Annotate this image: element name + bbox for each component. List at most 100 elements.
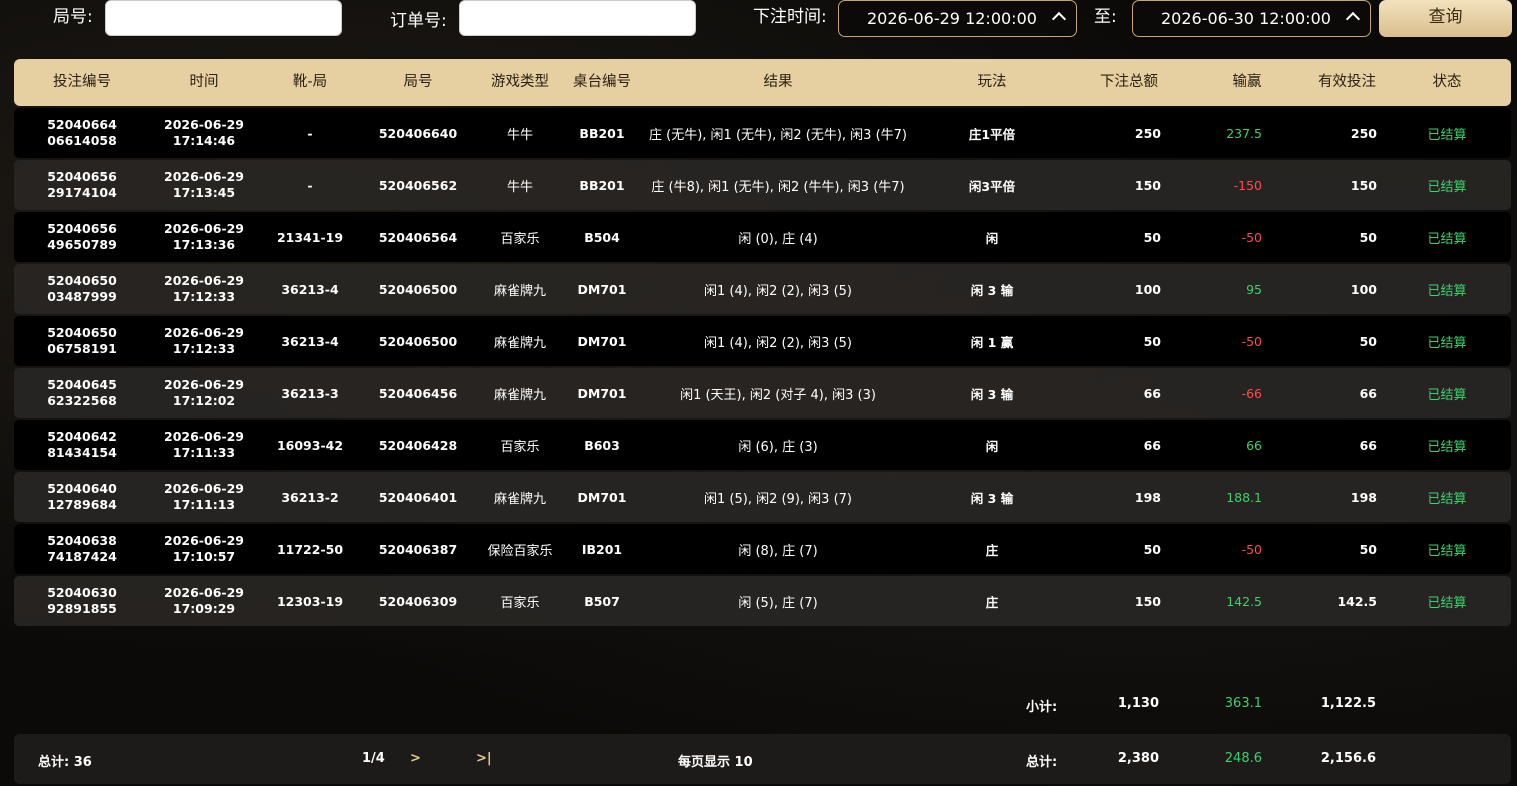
cell-bet-id-line: 12789684 <box>47 497 117 512</box>
cell-bet-id-line: 52040645 <box>47 377 117 392</box>
cell-play: 闲 1 赢 <box>970 334 1014 350</box>
cell-shoe-round: 11722-50 <box>276 541 344 557</box>
header-shoe-round: 靴-局 <box>292 74 328 90</box>
cell-time-line: 2026-06-29 <box>164 481 244 496</box>
to-label: 至: <box>1094 7 1117 27</box>
cell-table-no: DM701 <box>577 281 627 297</box>
cell-table-no: IB201 <box>581 541 623 557</box>
cell-winloss: -50 <box>1241 333 1262 349</box>
cell-bet-id-line: 52040640 <box>47 481 117 496</box>
cell-result: 庄 (无牛), 闲1 (无牛), 闲2 (无牛), 闲3 (牛7) <box>649 127 907 143</box>
cell-table-no: BB201 <box>579 177 625 193</box>
subtotal-winloss: 363.1 <box>1224 696 1262 711</box>
cell-time-line: 17:12:33 <box>172 289 236 304</box>
cell-winloss: 142.5 <box>1226 593 1262 609</box>
cell-bet-id: 52040640 12789684 <box>34 472 130 522</box>
cell-valid-bet: 150 <box>1350 177 1377 193</box>
table-row: 52040656 29174104 2026-06-29 17:13:45 - 52040… <box>14 160 1511 210</box>
subtotal-row: 小计: 1,130 363.1 1,122.5 <box>0 696 1517 718</box>
cell-play: 闲 <box>985 230 999 246</box>
cell-result: 闲1 (4), 闲2 (2), 闲3 (5) <box>704 335 852 351</box>
table-row: 52040645 62322568 2026-06-29 17:12:02 36213-… <box>14 368 1511 418</box>
cell-status: 已结算 <box>1427 127 1467 143</box>
subtotal-valid: 1,122.5 <box>1320 696 1376 711</box>
cell-table-no: B504 <box>584 229 620 245</box>
cell-winloss: -50 <box>1241 229 1262 245</box>
header-result: 结果 <box>763 74 793 90</box>
cell-time: 2026-06-29 17:11:33 <box>156 420 252 470</box>
cell-shoe-round: 16093-42 <box>276 437 344 453</box>
cell-shoe-round: - <box>307 125 313 141</box>
cell-time-line: 2026-06-29 <box>164 221 244 236</box>
filter-bar: 局号: 订单号: 下注时间: 2026-06-29 12:00:00 至: 20… <box>0 0 1517 46</box>
cell-bet-id: 52040645 62322568 <box>34 368 130 418</box>
cell-valid-bet: 50 <box>1359 333 1377 349</box>
cell-status: 已结算 <box>1427 595 1467 611</box>
table-row: 52040642 81434154 2026-06-29 17:11:33 16093-… <box>14 420 1511 470</box>
header-game-type: 游戏类型 <box>491 74 549 90</box>
cell-bet-id-line: 06614058 <box>47 133 117 148</box>
start-time-picker[interactable]: 2026-06-29 12:00:00 <box>838 0 1077 37</box>
cell-round: 520406401 <box>378 489 458 505</box>
cell-bet-total: 150 <box>1134 177 1161 193</box>
cell-time-line: 2026-06-29 <box>164 377 244 392</box>
cell-time-line: 2026-06-29 <box>164 169 244 184</box>
cell-round: 520406640 <box>378 125 458 141</box>
cell-status: 已结算 <box>1427 543 1467 559</box>
cell-table-no: DM701 <box>577 333 627 349</box>
cell-status: 已结算 <box>1427 439 1467 455</box>
header-winloss: 输赢 <box>1232 74 1262 90</box>
round-input[interactable] <box>105 0 342 36</box>
cell-time-line: 17:11:13 <box>172 497 236 512</box>
cell-valid-bet: 66 <box>1359 437 1377 453</box>
table-row: 52040640 12789684 2026-06-29 17:11:13 36213-… <box>14 472 1511 522</box>
total-label: 总计: <box>1026 755 1058 770</box>
cell-time-line: 2026-06-29 <box>164 585 244 600</box>
cell-round: 520406564 <box>378 229 458 245</box>
cell-status: 已结算 <box>1427 387 1467 403</box>
cell-play: 庄1平倍 <box>968 126 1016 142</box>
end-time-picker[interactable]: 2026-06-30 12:00:00 <box>1132 0 1371 37</box>
cell-bet-total: 100 <box>1134 281 1161 297</box>
next-page-button[interactable]: > <box>410 751 421 766</box>
cell-valid-bet: 50 <box>1359 229 1377 245</box>
cell-game-type: 百家乐 <box>500 439 540 455</box>
cell-time-line: 2026-06-29 <box>164 273 244 288</box>
cell-bet-total: 50 <box>1143 229 1161 245</box>
cell-bet-total: 50 <box>1143 333 1161 349</box>
cell-game-type: 百家乐 <box>500 231 540 247</box>
order-input[interactable] <box>459 0 696 36</box>
cell-bet-total: 198 <box>1134 489 1161 505</box>
header-status: 状态 <box>1432 74 1462 90</box>
cell-table-no: DM701 <box>577 385 627 401</box>
cell-winloss: 237.5 <box>1226 125 1262 141</box>
cell-bet-id-line: 06758191 <box>47 341 117 356</box>
total-winloss: 248.6 <box>1224 751 1262 766</box>
cell-shoe-round: 21341-19 <box>276 229 344 245</box>
table-header: 投注编号 时间 靴-局 局号 游戏类型 桌台编号 结果 玩法 下注总额 输赢 有… <box>14 59 1511 106</box>
header-table-no: 桌台编号 <box>573 74 631 90</box>
cell-valid-bet: 50 <box>1359 541 1377 557</box>
subtotal-label: 小计: <box>1026 700 1058 715</box>
cell-bet-id: 52040656 29174104 <box>34 160 130 210</box>
cell-bet-total: 150 <box>1134 593 1161 609</box>
cell-round: 520406456 <box>378 385 458 401</box>
cell-bet-id-line: 49650789 <box>47 237 117 252</box>
table-row: 52040664 06614058 2026-06-29 17:14:46 - 52040… <box>14 108 1511 158</box>
cell-time: 2026-06-29 17:11:13 <box>156 472 252 522</box>
cell-game-type: 麻雀牌九 <box>493 491 546 507</box>
header-time: 时间 <box>189 74 219 90</box>
total-bet: 2,380 <box>1117 751 1159 766</box>
cell-status: 已结算 <box>1427 283 1467 299</box>
last-page-button[interactable]: >| <box>476 751 492 766</box>
cell-bet-total: 66 <box>1143 385 1161 401</box>
cell-bet-id-line: 74187424 <box>47 549 117 564</box>
cell-play: 闲 <box>985 438 999 454</box>
cell-bet-id: 52040650 03487999 <box>34 264 130 314</box>
end-time-value: 2026-06-30 12:00:00 <box>1161 9 1331 28</box>
query-button[interactable]: 查询 <box>1379 0 1512 37</box>
cell-time-line: 17:12:33 <box>172 341 236 356</box>
cell-play: 闲3平倍 <box>968 178 1016 194</box>
cell-bet-total: 50 <box>1143 541 1161 557</box>
cell-time-line: 2026-06-29 <box>164 533 244 548</box>
